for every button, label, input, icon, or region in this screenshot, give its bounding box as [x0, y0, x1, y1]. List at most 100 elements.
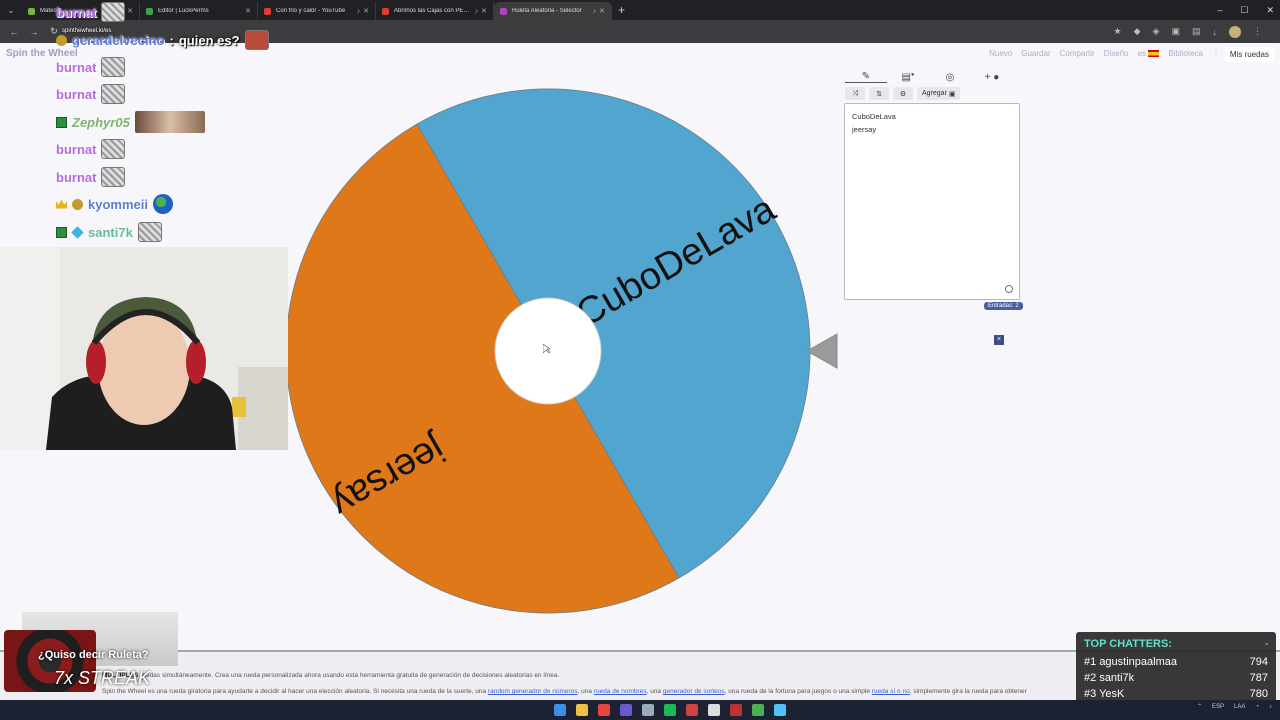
chrome-icon[interactable] [598, 704, 610, 716]
windows-icon[interactable] [554, 704, 566, 716]
streak-overlay: ¿Quiso decir Ruleta? 7x STREAK [4, 612, 178, 692]
browser-tab[interactable]: Abrimos las Cajas con PEORES♪✕ [376, 2, 494, 20]
badge-icon [72, 198, 83, 210]
emoji-icon[interactable] [1005, 285, 1013, 293]
chat-username: gerardelvecino [72, 32, 165, 48]
footer-link[interactable]: rueda sí o no [872, 688, 910, 695]
spain-flag-icon [1148, 50, 1160, 58]
chat-message: santi7k [56, 222, 162, 242]
download-icon[interactable]: ↓ [1213, 27, 1218, 37]
entries-count-badge: Entradas: 2 [984, 302, 1023, 310]
chat-username: santi7k [88, 224, 133, 240]
share-link[interactable]: Compartir [1060, 49, 1095, 58]
webcam-feed [0, 247, 288, 450]
profile-avatar[interactable] [1229, 25, 1241, 38]
steam-icon[interactable] [642, 704, 654, 716]
audio-icon[interactable]: ♪ [357, 8, 361, 15]
wifi-icon[interactable]: ◔ [1255, 704, 1259, 710]
save-link[interactable]: Guardar [1021, 49, 1050, 58]
tab-title: Ruleta Aleatoria - Selector [512, 8, 582, 14]
chat-message: burnat [56, 139, 126, 159]
image-icon: ▣ [948, 90, 956, 98]
app-icon[interactable] [730, 704, 742, 716]
audio-icon[interactable]: ♪ [593, 8, 597, 15]
badge-icon [56, 116, 67, 128]
app-icon[interactable] [686, 704, 698, 716]
add-image-button[interactable]: Agregar ▣ [917, 87, 961, 100]
top-chatters-title: TOP CHATTERS: [1084, 638, 1173, 650]
new-tab-button[interactable]: + [618, 3, 625, 17]
shuffle-button[interactable]: ⤨ [845, 87, 865, 100]
chat-message: burnat [56, 84, 126, 104]
streak-count: 7x STREAK [54, 668, 151, 688]
editor-tabs: ✎ ▤● ◎ + ● [845, 68, 1020, 86]
shuffle-icon: ⤨ [852, 89, 858, 97]
emote-icon [244, 30, 269, 50]
close-tab-icon[interactable]: ✕ [599, 7, 605, 15]
badge-icon [56, 226, 67, 238]
bookmark-star-icon[interactable]: ★ [1114, 26, 1122, 37]
entries-textarea[interactable]: CuboDeLava jeersay [844, 103, 1020, 300]
app-icon[interactable] [752, 704, 764, 716]
window-controls: – ☐ ✕ [1217, 0, 1274, 20]
close-window-button[interactable]: ✕ [1266, 5, 1274, 16]
sort-icon: ⇅ [876, 90, 882, 98]
chat-message: burnat [56, 2, 126, 22]
browser-tab[interactable]: Ruleta Aleatoria - Selector ♪ ✕ [494, 2, 612, 20]
clipboard-icon: ▤ [901, 71, 911, 83]
language-indicator[interactable]: ESP [1212, 704, 1224, 710]
language-selector[interactable]: es [1138, 49, 1160, 58]
maximize-button[interactable]: ☐ [1240, 5, 1248, 16]
close-tab-icon[interactable]: ✕ [481, 7, 487, 15]
tab-add-wheel[interactable]: + ● [971, 72, 1013, 83]
spin-wheel[interactable]: CuboDeLava jeersay [284, 82, 818, 620]
sidebar-icon[interactable]: ▤ [1192, 26, 1201, 37]
stream-chat-overlay: burnat spinthewheel.io/es gerardelvecino… [0, 0, 290, 250]
my-wheels-button[interactable]: Mis ruedas [1224, 47, 1274, 62]
minimize-button[interactable]: – [1217, 5, 1222, 15]
close-icon[interactable]: × [994, 335, 1004, 345]
library-link[interactable]: Biblioteca [1168, 49, 1203, 58]
emote-icon [134, 111, 205, 133]
app-icon[interactable] [708, 704, 720, 716]
footer-link[interactable]: generador de sorteos [663, 688, 725, 695]
new-wheel-link[interactable]: Nuevo [989, 49, 1012, 58]
tab-results[interactable]: ▤● [887, 72, 929, 83]
menu-icon[interactable]: ⋮ [1253, 26, 1262, 37]
volume-icon[interactable]: ♪ [1269, 704, 1272, 710]
pencil-icon: ✎ [861, 71, 871, 82]
emote-icon [101, 84, 126, 104]
tab-hidden[interactable]: ◎ [929, 72, 971, 83]
globe-icon: ● [993, 71, 1000, 83]
chevron-down-icon: ⌄ [1263, 638, 1270, 647]
chat-message: burnat [56, 57, 126, 77]
close-tab-icon[interactable]: ✕ [363, 7, 369, 15]
footer-link[interactable]: random generador de números [488, 688, 578, 695]
streak-question: ¿Quiso decir Ruleta? [38, 649, 149, 661]
discord-icon[interactable] [620, 704, 632, 716]
more-icon[interactable]: ⋮ [1212, 49, 1220, 58]
extension-icon[interactable]: ◈ [1153, 26, 1160, 37]
chat-username: kyommeii [88, 196, 148, 212]
chat-username: burnat [56, 4, 97, 20]
chatter-rank: #3 [1084, 688, 1097, 700]
audio-icon[interactable]: ♪ [475, 8, 479, 15]
folder-icon[interactable] [576, 704, 588, 716]
footer-link[interactable]: rueda de nombres [594, 688, 647, 695]
settings-button[interactable]: ⚙ [893, 87, 913, 100]
emote-icon [101, 139, 126, 159]
chatter-name: agustinpaalmaa [1099, 656, 1177, 668]
tab-edit[interactable]: ✎ [845, 71, 887, 83]
entry-line: CuboDeLava [852, 112, 896, 121]
design-link[interactable]: Diseño [1104, 49, 1129, 58]
system-tray: ⌃ ESP LAA ◔ ♪ [1197, 703, 1272, 711]
top-chatter-row: #2 santi7k 787 [1084, 670, 1268, 686]
chat-message: gerardelvecino: quien es? [56, 30, 269, 50]
notes-icon[interactable] [774, 704, 786, 716]
spotify-icon[interactable] [664, 704, 676, 716]
keyboard-layout[interactable]: LAA [1234, 704, 1245, 710]
puzzle-icon[interactable]: ▣ [1171, 26, 1180, 37]
extension-icon[interactable]: ◆ [1134, 26, 1141, 37]
sort-button[interactable]: ⇅ [869, 87, 889, 100]
chevron-up-icon[interactable]: ⌃ [1197, 703, 1202, 710]
